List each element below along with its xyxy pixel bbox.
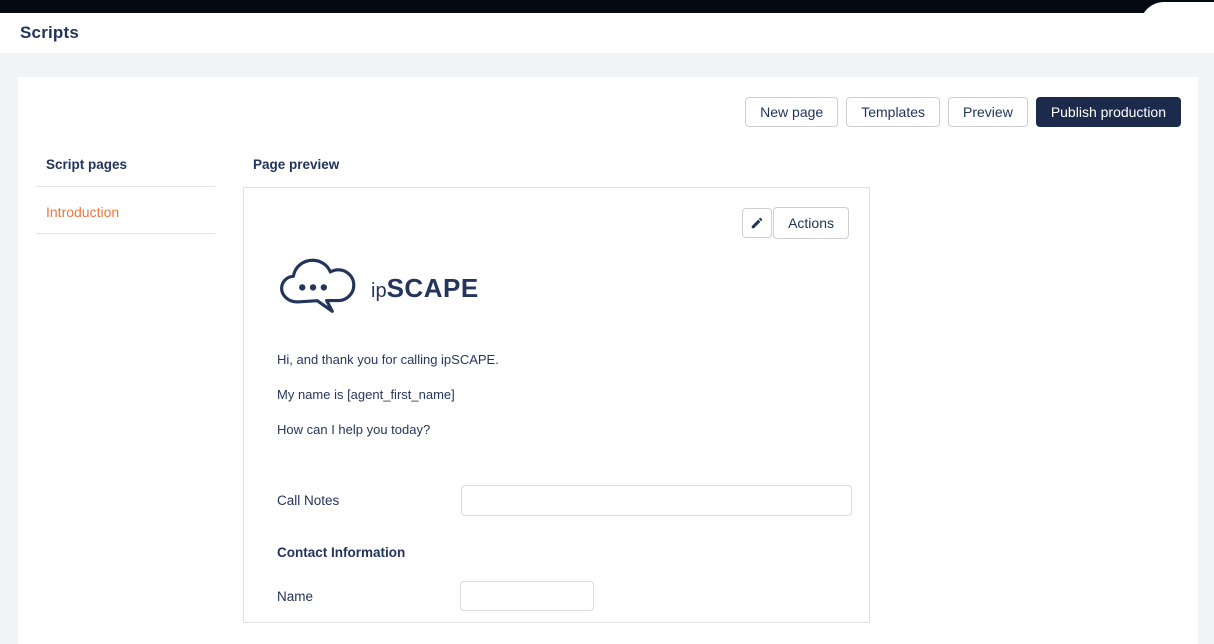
templates-button[interactable]: Templates	[846, 97, 940, 127]
name-input[interactable]	[460, 581, 594, 611]
ipscape-logo-text: ipSCAPE	[371, 273, 479, 304]
sidebar-divider	[36, 233, 215, 234]
logo-text-scape: SCAPE	[387, 273, 479, 303]
actions-button[interactable]: Actions	[773, 207, 849, 239]
call-notes-label: Call Notes	[277, 493, 339, 508]
script-line: My name is [agent_first_name]	[277, 387, 455, 402]
preview-button[interactable]: Preview	[948, 97, 1028, 127]
page-title: Scripts	[20, 23, 79, 43]
page-preview-title: Page preview	[253, 157, 339, 172]
content-panel: New page Templates Preview Publish produ…	[18, 77, 1198, 644]
ipscape-logo: ipSCAPE	[277, 256, 479, 316]
call-notes-input[interactable]	[461, 485, 852, 516]
name-label: Name	[277, 589, 313, 604]
edit-page-button[interactable]	[742, 208, 772, 238]
page-header: Scripts	[0, 13, 1214, 53]
topbar-corner-shape	[1140, 2, 1214, 46]
sidebar-title: Script pages	[46, 157, 127, 172]
sidebar-divider	[36, 186, 215, 187]
contact-information-heading: Contact Information	[277, 545, 405, 560]
pencil-icon	[750, 216, 764, 230]
page-preview-card: Actions ipSCAPE Hi, and thank you for ca…	[243, 187, 870, 623]
logo-text-ip: ip	[371, 280, 387, 302]
script-line: How can I help you today?	[277, 422, 430, 437]
new-page-button[interactable]: New page	[745, 97, 838, 127]
sidebar-item-introduction[interactable]: Introduction	[46, 204, 119, 220]
top-navigation-bar	[0, 0, 1214, 13]
script-line: Hi, and thank you for calling ipSCAPE.	[277, 352, 499, 367]
cloud-speech-bubble-icon	[277, 256, 365, 316]
publish-production-button[interactable]: Publish production	[1036, 97, 1181, 127]
toolbar: New page Templates Preview Publish produ…	[745, 97, 1181, 127]
